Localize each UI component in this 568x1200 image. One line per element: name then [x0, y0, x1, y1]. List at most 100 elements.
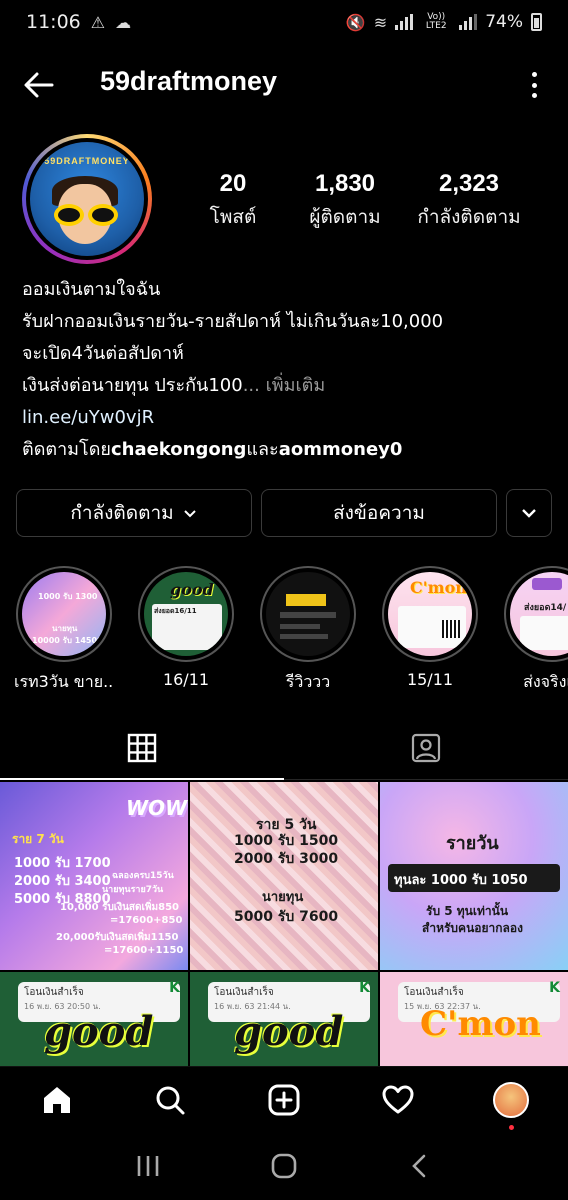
- profile-avatar[interactable]: 59DRAFTMONEY: [22, 134, 152, 264]
- highlight-image-text: ส่งยอด16/11: [154, 607, 197, 615]
- highlight-label: ส่งจริงเว: [523, 672, 568, 691]
- grid-icon: [127, 733, 157, 762]
- highlight-image-text: C'mon: [410, 578, 467, 597]
- back-icon[interactable]: [405, 1151, 435, 1181]
- following-button[interactable]: กำลังติดตาม: [16, 489, 252, 537]
- stat-followers[interactable]: 1,830 ผู้ติดตาม: [286, 170, 404, 232]
- stat-label: โพสต์: [209, 206, 257, 228]
- posts-grid: ราย 7 วัน 1000 รับ 1700 2000 รับ 3400 50…: [0, 782, 568, 1068]
- highlight-image-text: ส่งยอด14/: [524, 603, 567, 613]
- highlight-item[interactable]: ส่งยอด14/ ส่งจริงเว: [502, 566, 568, 695]
- notification-dot: [509, 1124, 515, 1130]
- highlight-item[interactable]: 1000 รับ 1300 นายทุน 10000 รับ 14500 เรท…: [14, 566, 114, 695]
- bio-line: ออมเงินตามใจฉัน: [22, 279, 161, 300]
- tagged-person-icon: [411, 733, 441, 762]
- post-thumbnail[interactable]: ราย 5 วัน 1000 รับ 1500 2000 รับ 3000 นา…: [190, 782, 378, 970]
- profile-bio: ออมเงินตามใจฉัน รับฝากออมเงินรายวัน-รายส…: [22, 274, 552, 466]
- highlight-image-text: good: [170, 580, 214, 599]
- profile-header: 59draftmoney: [0, 52, 568, 116]
- post-sticker: good: [234, 1008, 344, 1055]
- arrow-left-icon[interactable]: [22, 68, 56, 102]
- stat-posts[interactable]: 20 โพสต์: [180, 170, 286, 232]
- bio-line: เงินส่งต่อนายทุน ประกัน100 ... เพิ่มเติม: [22, 370, 552, 402]
- stat-label: ผู้ติดตาม: [309, 206, 381, 228]
- bio-link[interactable]: lin.ee/uYw0vjR: [22, 402, 552, 434]
- heart-icon[interactable]: [378, 1080, 418, 1120]
- bank-logo-icon: K: [549, 980, 560, 996]
- bio-line: รับฝากออมเงินรายวัน-รายสัปดาห์ ไม่เกินวั…: [22, 311, 444, 332]
- post-thumbnail[interactable]: รายวัน ทุนละ 1000 รับ 1050 รับ 5 ทุนเท่า…: [380, 782, 568, 970]
- vertical-ellipsis-icon[interactable]: [530, 72, 538, 98]
- profile-stats: 20 โพสต์ 1,830 ผู้ติดตาม 2,323 กำลังติดต…: [180, 170, 550, 232]
- stat-value: 2,323: [438, 170, 500, 197]
- post-extra-text: 10,000 รับเงินสดเพิ่ม850: [60, 902, 179, 913]
- post-sub: นายทุน: [262, 890, 304, 905]
- bio-line-text: เงินส่งต่อนายทุน ประกัน100: [22, 375, 243, 396]
- post-title: รายวัน: [446, 833, 499, 854]
- post-thumbnail[interactable]: โอนเงินสำเร็จ 15 พ.ย. 63 22:37 น. K C'mo…: [380, 972, 568, 1068]
- highlight-item[interactable]: รีวิววว: [258, 566, 358, 695]
- followed-by-prefix: ติดตามโดย: [22, 439, 111, 460]
- home-button-icon[interactable]: [269, 1151, 299, 1181]
- profile-username: 59draftmoney: [100, 66, 278, 96]
- avatar: [493, 1081, 530, 1118]
- profile-actions: กำลังติดตาม ส่งข้อความ: [16, 489, 552, 537]
- post-box: ทุนละ 1000 รับ 1050: [394, 873, 528, 888]
- story-highlights: 1000 รับ 1300 นายทุน 10000 รับ 14500 เรท…: [0, 566, 568, 696]
- followed-user: aommoney0: [278, 439, 403, 460]
- receipt-title: โอนเงินสำเร็จ: [214, 987, 274, 998]
- battery-percent: 74%: [485, 12, 523, 32]
- suggested-accounts-button[interactable]: [506, 489, 552, 537]
- network-label: Vo)) LTE2: [425, 12, 447, 31]
- post-line: สำหรับคนอยากลอง: [422, 921, 523, 935]
- stat-label: กำลังติดตาม: [417, 206, 521, 228]
- post-thumbnail[interactable]: โอนเงินสำเร็จ 16 พ.ย. 63 21:44 น. K good: [190, 972, 378, 1068]
- stat-following[interactable]: 2,323 กำลังติดตาม: [404, 170, 534, 232]
- post-badge: WOW!: [126, 796, 188, 820]
- cloud-upload-icon: ☁: [115, 12, 132, 32]
- status-bar: 11:06 ⚠ ☁ 🔇 ≋ Vo)) LTE2 74%: [0, 0, 568, 44]
- battery-icon: [531, 13, 542, 31]
- post-extra-text: 20,000รับเงินสดเพิ่ม1150: [56, 932, 179, 943]
- post-thumbnail[interactable]: โอนเงินสำเร็จ 16 พ.ย. 63 20:50 น. K good: [0, 972, 188, 1068]
- profile-avatar-tab[interactable]: [491, 1080, 531, 1130]
- status-time: 11:06: [26, 11, 81, 33]
- avatar-logo-text: 59DRAFTMONEY: [44, 156, 130, 166]
- highlight-image-text: 10000 รับ 14500: [32, 636, 103, 645]
- post-side-text: นายทุนราย7วัน: [102, 885, 164, 895]
- post-extra-text: =17600+850: [110, 915, 183, 926]
- post-thumbnail[interactable]: ราย 7 วัน 1000 รับ 1700 2000 รับ 3400 50…: [0, 782, 188, 970]
- receipt-title: โอนเงินสำเร็จ: [404, 987, 464, 998]
- chevron-down-icon: [183, 510, 196, 518]
- following-button-label: กำลังติดตาม: [70, 502, 174, 524]
- add-post-icon[interactable]: [264, 1080, 304, 1120]
- highlight-item[interactable]: good ส่งยอด16/11 16/11: [136, 566, 236, 689]
- followed-by[interactable]: ติดตามโดย chaekongong และ aommoney0: [22, 434, 552, 466]
- profile-tabs: [0, 716, 568, 780]
- highlight-label: รีวิววว: [285, 672, 331, 691]
- bank-logo-icon: K: [169, 980, 180, 996]
- bottom-navigation: [0, 1066, 568, 1132]
- tab-grid[interactable]: [0, 716, 284, 780]
- post-title: ราย 7 วัน: [12, 832, 64, 846]
- stat-value: 20: [219, 170, 247, 197]
- post-sticker: good: [44, 1008, 154, 1055]
- tab-tagged[interactable]: [284, 716, 568, 779]
- message-button[interactable]: ส่งข้อความ: [261, 489, 497, 537]
- followed-and: และ: [246, 439, 279, 460]
- recent-apps-icon[interactable]: [133, 1151, 163, 1181]
- mute-icon: 🔇: [345, 12, 366, 32]
- message-button-label: ส่งข้อความ: [333, 502, 425, 524]
- bio-line: จะเปิด4วันต่อสัปดาห์: [22, 343, 184, 364]
- highlight-item[interactable]: C'mon 15/11: [380, 566, 480, 689]
- see-more-link[interactable]: ... เพิ่มเติม: [243, 377, 325, 395]
- signal-icon: [395, 14, 414, 30]
- receipt-title: โอนเงินสำเร็จ: [24, 987, 84, 998]
- wifi-icon: ≋: [373, 12, 388, 32]
- post-sticker: C'mon: [420, 1004, 541, 1044]
- warning-icon: ⚠: [90, 12, 106, 32]
- post-sub-line: 5000 รับ 7600: [234, 909, 339, 925]
- search-icon[interactable]: [150, 1080, 190, 1120]
- home-icon[interactable]: [37, 1080, 77, 1120]
- post-extra-text: =17600+1150: [104, 945, 184, 956]
